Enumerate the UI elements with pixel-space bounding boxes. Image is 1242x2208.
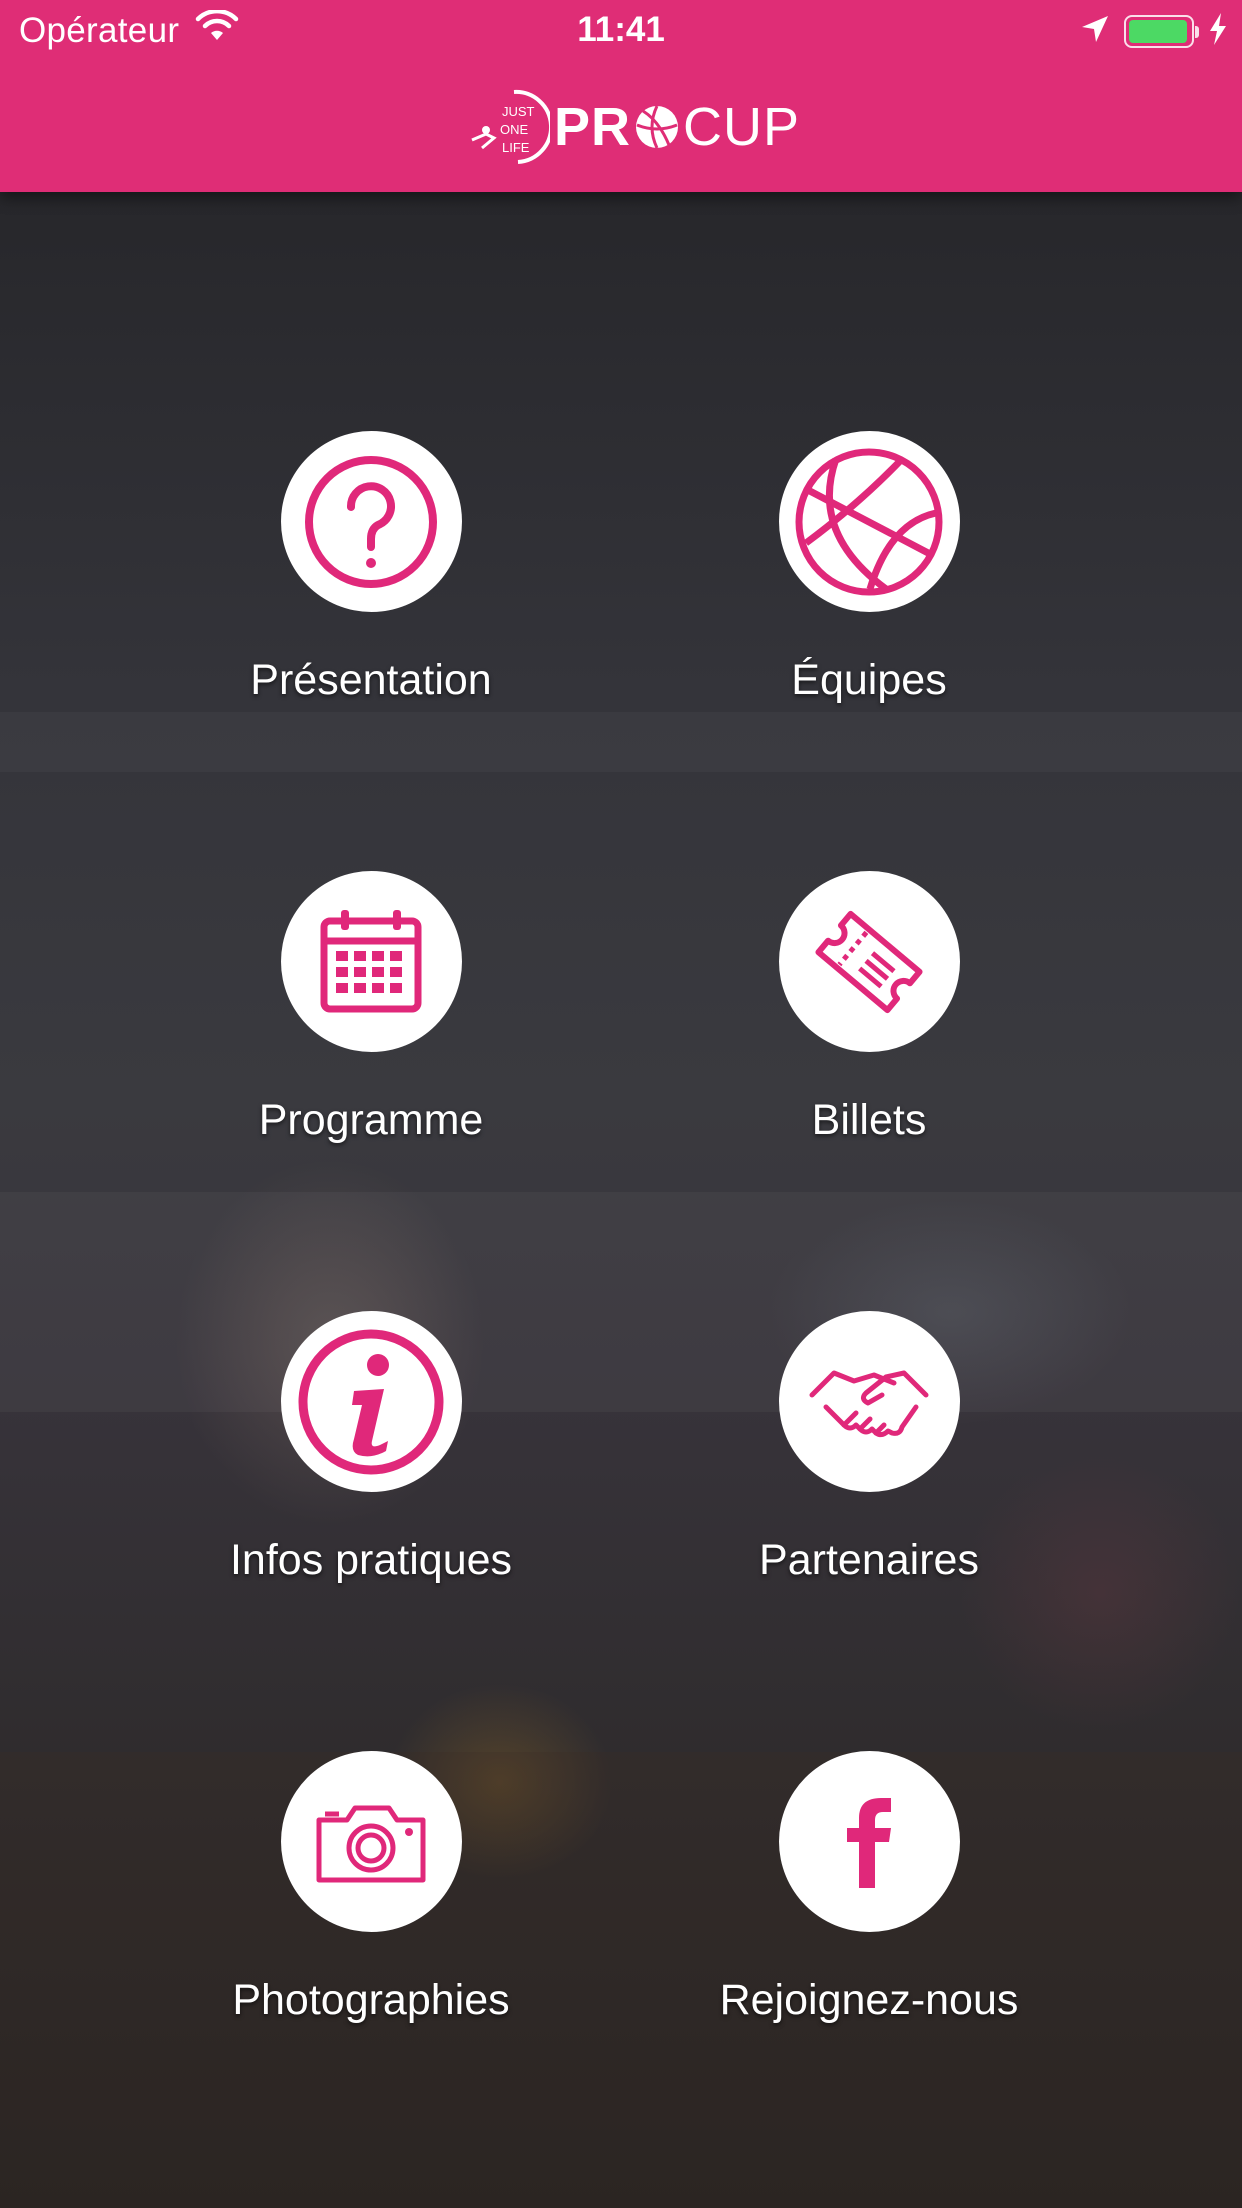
menu-label: Photographies [232, 1976, 510, 2024]
menu-partenaires[interactable]: Partenaires [659, 1311, 1079, 1585]
menu-label: Billets [811, 1096, 927, 1144]
calendar-icon [320, 909, 422, 1012]
menu-rejoignez-nous[interactable]: Rejoignez-nous [659, 1751, 1079, 2025]
menu-programme[interactable]: Programme [161, 871, 581, 1145]
status-time: 11:41 [577, 10, 665, 49]
camera-icon-circle [280, 1751, 462, 1932]
charging-bolt-icon [1208, 12, 1228, 51]
status-indicators [1080, 12, 1228, 51]
status-bar: Opérateur 11:41 [0, 0, 1242, 62]
handshake-icon [809, 1370, 929, 1437]
procup-logo: JUST ONE LIFE PR CUP [466, 88, 800, 166]
facebook-icon-circle [778, 1751, 960, 1932]
emblem-line-3: LIFE [502, 140, 530, 155]
question-icon [305, 455, 437, 588]
emblem-line-1: JUST [502, 104, 535, 119]
emblem-line-2: ONE [500, 122, 529, 137]
menu-infos-pratiques[interactable]: Infos pratiques [161, 1311, 581, 1585]
menu-label: Présentation [250, 656, 492, 704]
just-one-life-emblem: JUST ONE LIFE [471, 89, 550, 164]
basketball-icon-circle [778, 431, 960, 612]
menu-label: Infos pratiques [229, 1536, 513, 1584]
menu-label: Programme [258, 1096, 484, 1144]
menu-label: Partenaires [759, 1536, 979, 1584]
menu-photographies[interactable]: Photographies [161, 1751, 581, 2025]
menu-presentation[interactable]: Présentation [161, 431, 581, 705]
info-icon-circle [280, 1311, 462, 1492]
location-arrow-icon [1080, 14, 1110, 49]
logo-text-bold: PR [554, 97, 632, 157]
camera-icon [316, 1805, 426, 1882]
logo-basketball-icon [636, 105, 679, 149]
question-icon-circle [280, 431, 462, 612]
menu-equipes[interactable]: Équipes [659, 431, 1079, 705]
logo-text-light: CUP [683, 97, 801, 157]
menu-label: Rejoignez-nous [719, 1976, 1019, 2024]
app-header: Opérateur 11:41 JUST ONE LIFE PR CUP [0, 0, 1242, 192]
menu-billets[interactable]: Billets [659, 871, 1079, 1145]
info-icon [298, 1329, 444, 1474]
menu-label: Équipes [791, 656, 947, 704]
calendar-icon-circle [280, 871, 462, 1052]
ticket-icon-circle [778, 871, 960, 1052]
facebook-icon [847, 1797, 891, 1888]
battery-icon [1124, 15, 1199, 48]
ticket-icon [815, 910, 923, 1013]
basketball-icon [795, 448, 943, 595]
handshake-icon-circle [778, 1311, 960, 1492]
